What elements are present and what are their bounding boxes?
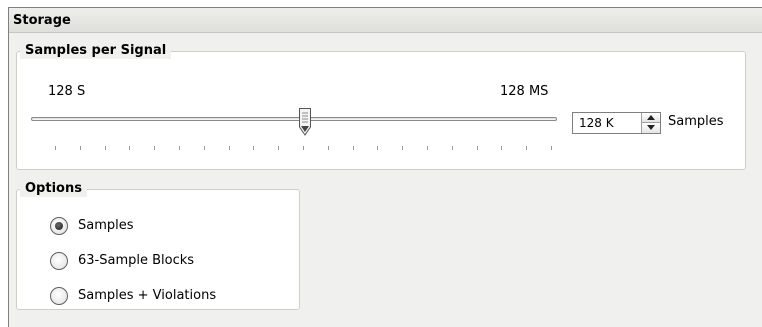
slider-tick [526, 146, 527, 150]
slider-min-label: 128 S [48, 84, 86, 99]
slider-tick [105, 146, 106, 150]
spinner-buttons [641, 113, 660, 133]
samples-per-signal-legend: Samples per Signal [20, 43, 172, 59]
slider-tick [229, 146, 230, 150]
slider-tick [154, 146, 155, 150]
slider-tick [427, 146, 428, 150]
slider-tick [80, 146, 81, 150]
slider-tick [452, 146, 453, 150]
arrow-up-icon [647, 115, 655, 120]
slider-tick [353, 146, 354, 150]
radio-selected-dot [55, 222, 63, 230]
samples-slider-track[interactable] [31, 117, 557, 121]
panel-header: Storage [9, 8, 762, 33]
slider-tick [253, 146, 254, 150]
option-label: Samples + Violations [78, 288, 217, 303]
spin-down-button[interactable] [642, 123, 660, 133]
spinner-value[interactable]: 128 K [579, 116, 614, 130]
slider-tick [477, 146, 478, 150]
panel-title: Storage [13, 13, 71, 28]
option-label: 63-Sample Blocks [78, 253, 195, 268]
radio-icon[interactable] [50, 287, 68, 305]
slider-tick [129, 146, 130, 150]
slider-tick [402, 146, 403, 150]
arrow-down-icon [647, 125, 655, 130]
samples-spinner[interactable]: 128 K [572, 112, 661, 134]
option-label: Samples [78, 218, 134, 233]
slider-tick [501, 146, 502, 150]
slider-tick [303, 146, 304, 150]
slider-thumb-icon[interactable] [298, 107, 312, 137]
slider-tick [278, 146, 279, 150]
slider-max-label: 128 MS [500, 84, 549, 99]
slider-tick [55, 146, 56, 150]
slider-tick [179, 146, 180, 150]
slider-tick [551, 146, 552, 150]
radio-icon[interactable] [50, 217, 68, 235]
spin-up-button[interactable] [642, 113, 660, 123]
radio-icon[interactable] [50, 252, 68, 270]
samples-per-signal-group: Samples per Signal [16, 43, 746, 170]
options-legend: Options [20, 181, 87, 197]
slider-tick [328, 146, 329, 150]
slider-tick [377, 146, 378, 150]
slider-tick [204, 146, 205, 150]
spinner-unit-label: Samples [668, 114, 724, 129]
